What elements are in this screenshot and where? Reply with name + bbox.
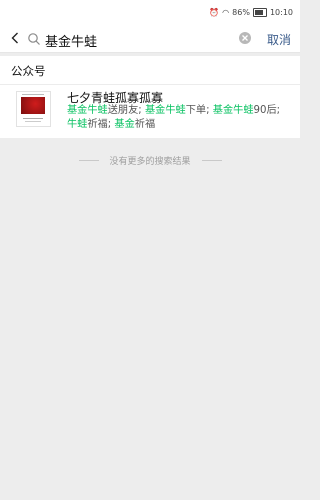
battery-icon [252,8,267,17]
account-avatar [16,91,51,127]
alarm-icon: ⏰ [209,7,220,17]
result-description: 基金牛蛙送朋友; 基金牛蛙下单; 基金牛蛙90后; 牛蛙祈福; 基金祈福 [67,104,289,132]
highlighted-keyword: 基金 [114,119,135,130]
search-bar: 基金牛蛙 取消 [0,26,300,53]
cancel-button[interactable]: 取消 [267,31,291,48]
search-input[interactable]: 基金牛蛙 [45,31,97,50]
wifi-icon: ◠ [222,7,230,17]
section-title: 公众号 [11,64,46,78]
no-more-results-text: 没有更多的搜索结果 [109,157,191,167]
highlighted-keyword: 基金牛蛙 [212,105,254,116]
divider-right [202,160,222,161]
description-text: 90后; [253,105,281,116]
description-text: 下单; [185,105,213,116]
clear-search-icon[interactable] [238,31,252,45]
status-bar: ⏰ ◠ 86% 10:10 [0,0,300,26]
description-text: 祈福; [87,119,115,130]
battery-percent: 86% [232,7,250,17]
clock: 10:10 [269,7,293,17]
status-icons: ⏰ ◠ 86% 10:10 [209,8,293,17]
search-result-item[interactable]: 七夕青蛙孤寡孤寡 基金牛蛙送朋友; 基金牛蛙下单; 基金牛蛙90后; 牛蛙祈福;… [0,85,300,138]
no-more-results: 没有更多的搜索结果 [0,150,300,170]
back-button[interactable] [8,30,22,46]
chevron-left-icon [11,32,18,44]
highlighted-keyword: 基金牛蛙 [144,105,186,116]
section-header-official-accounts: 公众号 [0,56,300,85]
description-text: 祈福 [134,119,156,130]
highlighted-keyword: 基金牛蛙 [67,105,108,116]
divider-left [79,160,99,161]
search-icon [28,33,40,45]
description-text: 送朋友; [107,105,145,116]
highlighted-keyword: 牛蛙 [67,119,88,130]
